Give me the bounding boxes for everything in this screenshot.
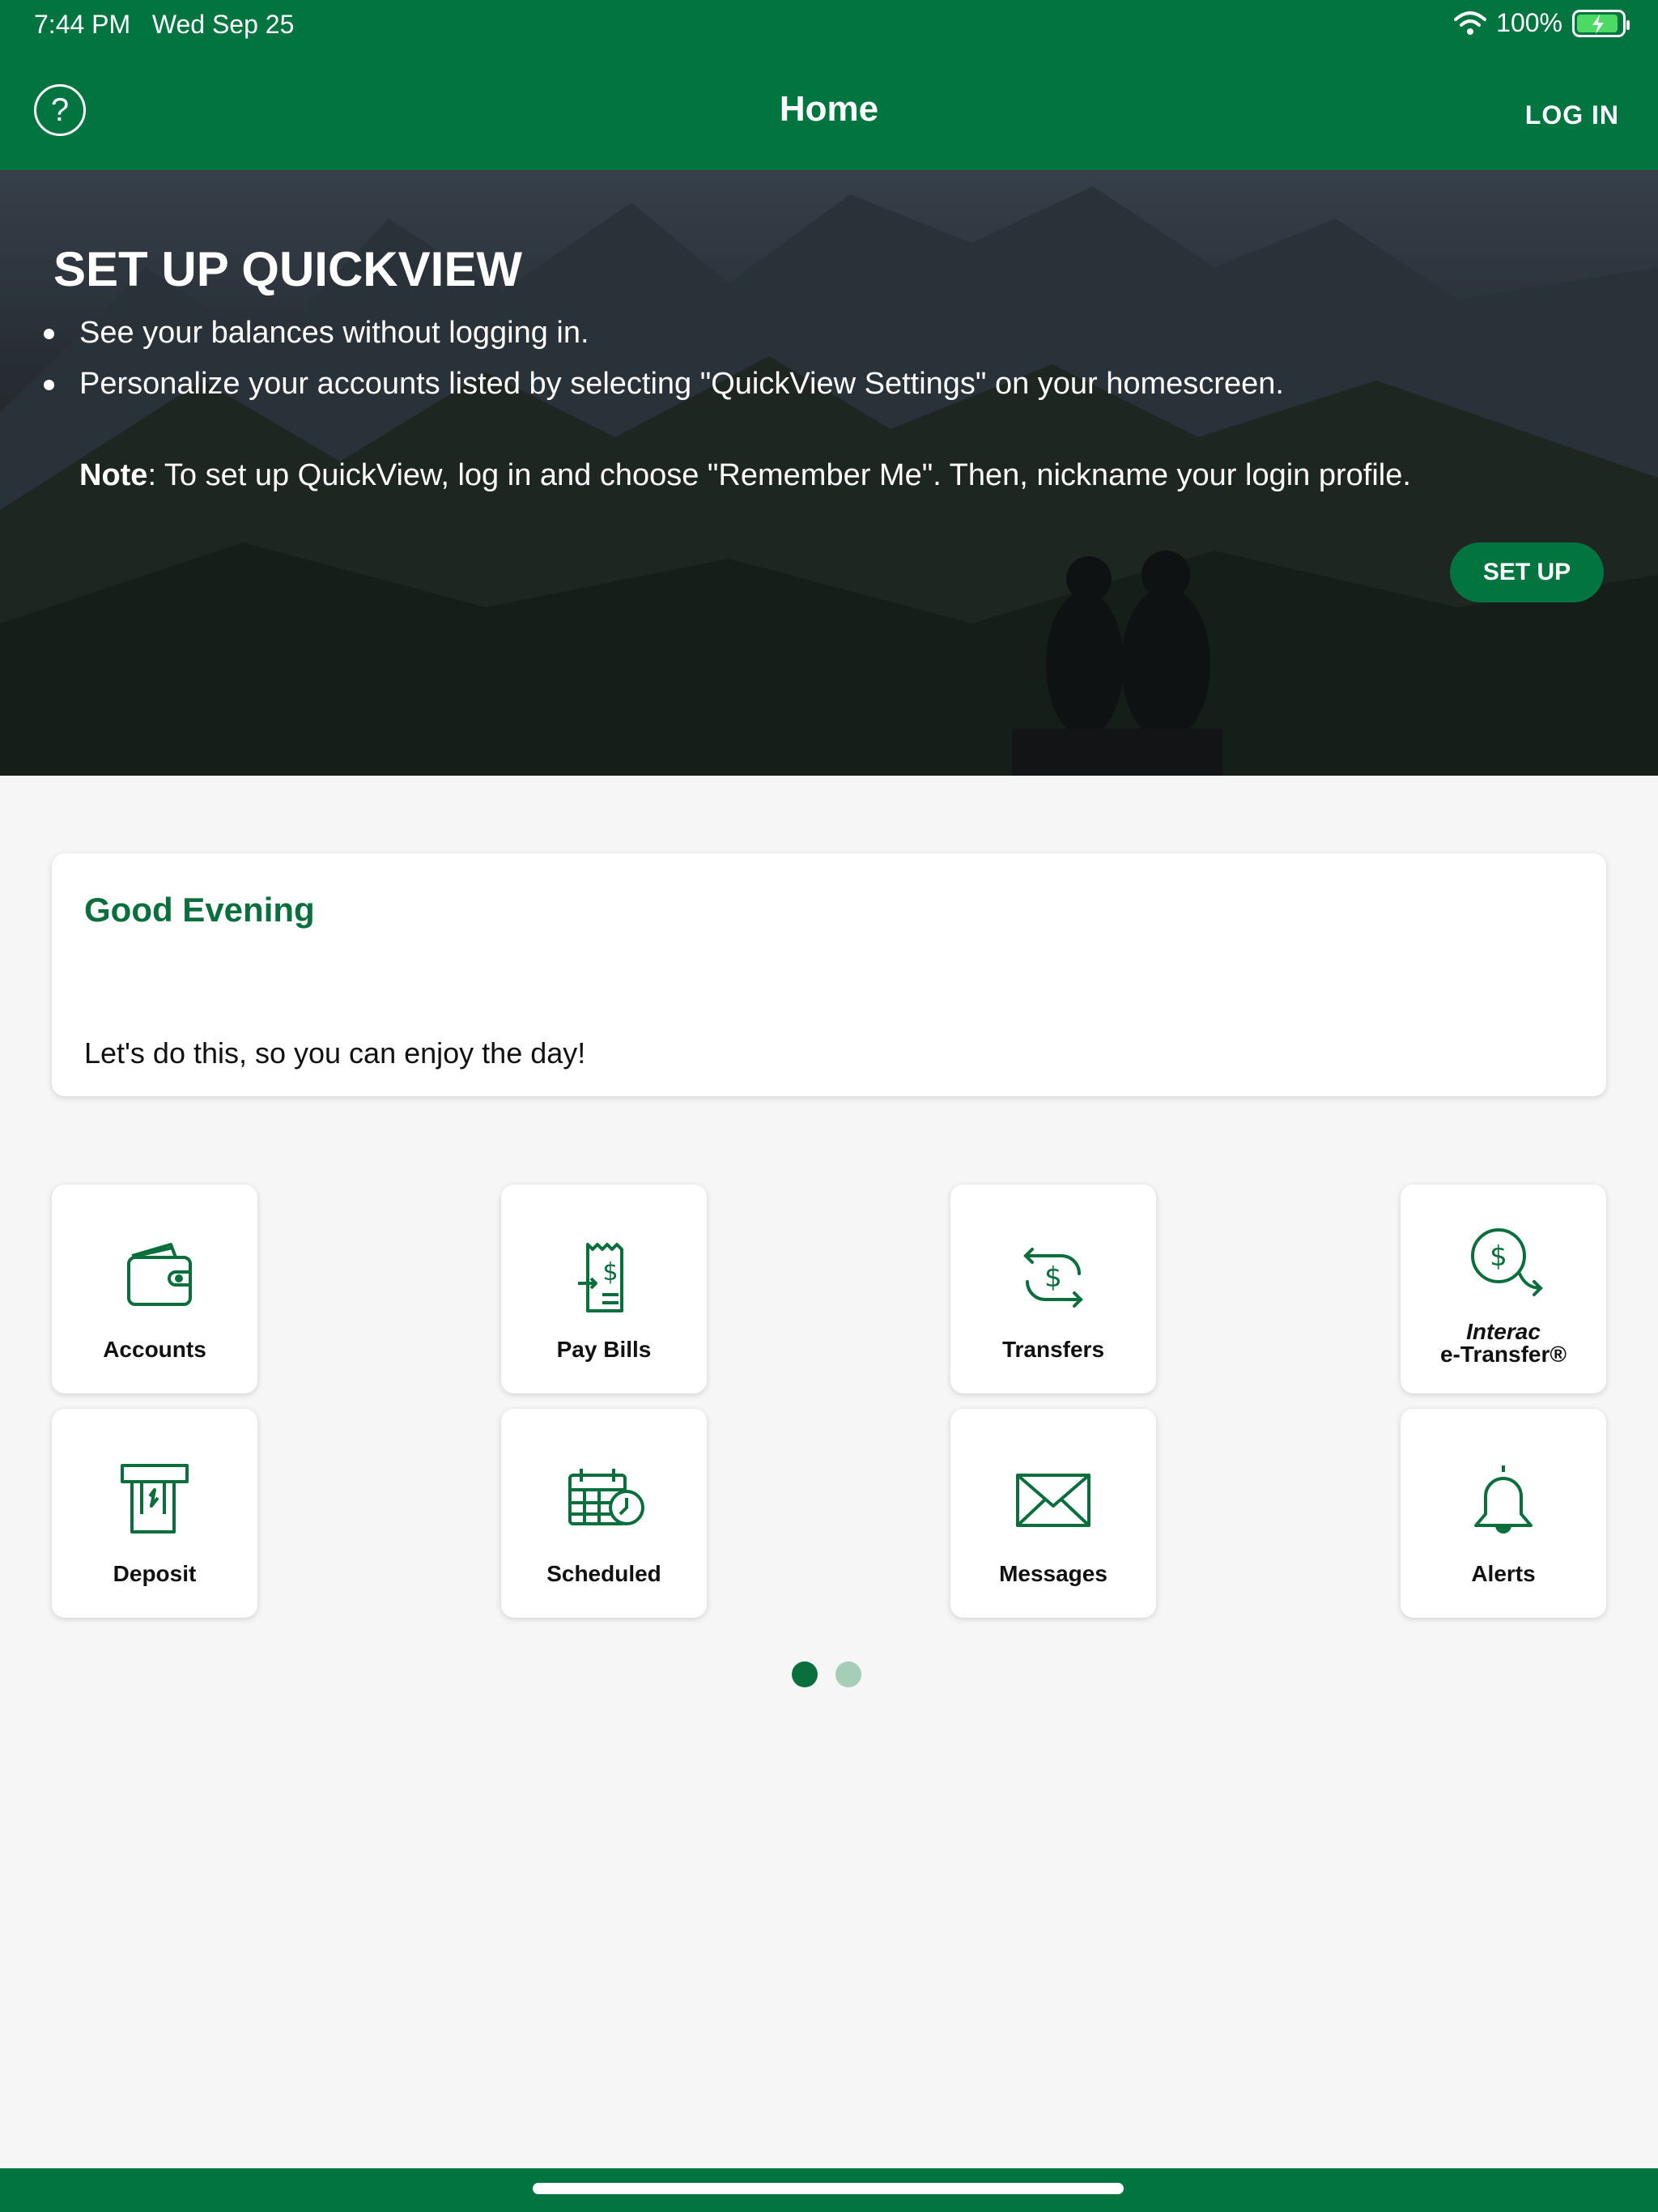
tile-label-etransfer: e-Transfer® — [1439, 1342, 1567, 1367]
note-label: Note — [79, 458, 148, 492]
bell-icon — [1474, 1465, 1533, 1534]
tile-label: Deposit — [113, 1561, 197, 1586]
banner-bullet: Personalize your accounts listed by sele… — [40, 367, 1284, 402]
home-indicator[interactable] — [533, 2183, 1124, 2194]
tile-interac-etransfer[interactable]: $ Interac e-Transfer® — [1401, 1185, 1606, 1393]
battery-icon — [1572, 9, 1630, 37]
banner-bullet: See your balances without logging in. — [40, 316, 1284, 351]
setup-button[interactable]: SET UP — [1450, 542, 1604, 602]
page-title: Home — [779, 89, 879, 129]
deposit-icon — [121, 1464, 189, 1534]
tile-label: Alerts — [1471, 1561, 1536, 1586]
etransfer-icon: $ — [1471, 1228, 1543, 1296]
note-text: : To set up QuickView, log in and choose… — [147, 458, 1411, 492]
status-clock: 7:44 PM — [34, 10, 131, 39]
greeting-card: Good Evening Let's do this, so you can e… — [52, 853, 1606, 1096]
banner-bullet-list: See your balances without logging in. Pe… — [40, 316, 1284, 418]
tile-label: Transfers — [1001, 1337, 1105, 1362]
tile-deposit[interactable]: Deposit — [52, 1409, 257, 1618]
tile-alerts[interactable]: Alerts — [1401, 1409, 1606, 1618]
page-indicator — [792, 1661, 861, 1687]
svg-text:$: $ — [1044, 1261, 1062, 1294]
tile-label: Messages — [999, 1561, 1107, 1586]
battery-percent: 100% — [1496, 8, 1562, 37]
top-bar: 7:44 PM Wed Sep 25 100% ? Home LOG IN — [0, 0, 1658, 170]
tile-label: Accounts — [103, 1337, 206, 1362]
banner-title: SET UP QUICKVIEW — [53, 242, 522, 296]
wifi-icon — [1454, 11, 1487, 35]
greeting-title: Good Evening — [84, 891, 315, 929]
tile-messages[interactable]: Messages — [950, 1409, 1156, 1618]
status-date: Wed Sep 25 — [151, 10, 295, 39]
tile-pay-bills[interactable]: $ Pay Bills — [501, 1185, 707, 1393]
page-dot-active[interactable] — [792, 1661, 818, 1687]
calendar-clock-icon — [568, 1469, 644, 1525]
tile-scheduled[interactable]: Scheduled — [501, 1409, 707, 1618]
greeting-message: Let's do this, so you can enjoy the day! — [84, 1036, 586, 1070]
status-indicators: 100% — [1454, 8, 1630, 38]
tile-label: Pay Bills — [556, 1337, 652, 1362]
transfer-icon: $ — [1023, 1248, 1083, 1308]
tile-transfers[interactable]: $ Transfers — [950, 1185, 1156, 1393]
quickview-banner: SET UP QUICKVIEW See your balances witho… — [0, 170, 1658, 776]
tile-label: Scheduled — [546, 1561, 661, 1586]
envelope-icon — [1016, 1474, 1090, 1527]
tile-label-interac: Interac — [1466, 1319, 1541, 1344]
login-button[interactable]: LOG IN — [1525, 100, 1619, 130]
wallet-icon — [127, 1243, 192, 1306]
tile-accounts[interactable]: Accounts — [52, 1185, 257, 1393]
page-dot-inactive[interactable] — [835, 1661, 861, 1687]
svg-text:$: $ — [602, 1258, 618, 1287]
status-time: 7:44 PM Wed Sep 25 — [34, 10, 294, 40]
bill-icon: $ — [578, 1243, 623, 1312]
banner-note: Note: To set up QuickView, log in and ch… — [79, 458, 1411, 493]
tile-label: Interac e-Transfer® — [1401, 1321, 1606, 1366]
svg-text:$: $ — [1490, 1240, 1507, 1273]
